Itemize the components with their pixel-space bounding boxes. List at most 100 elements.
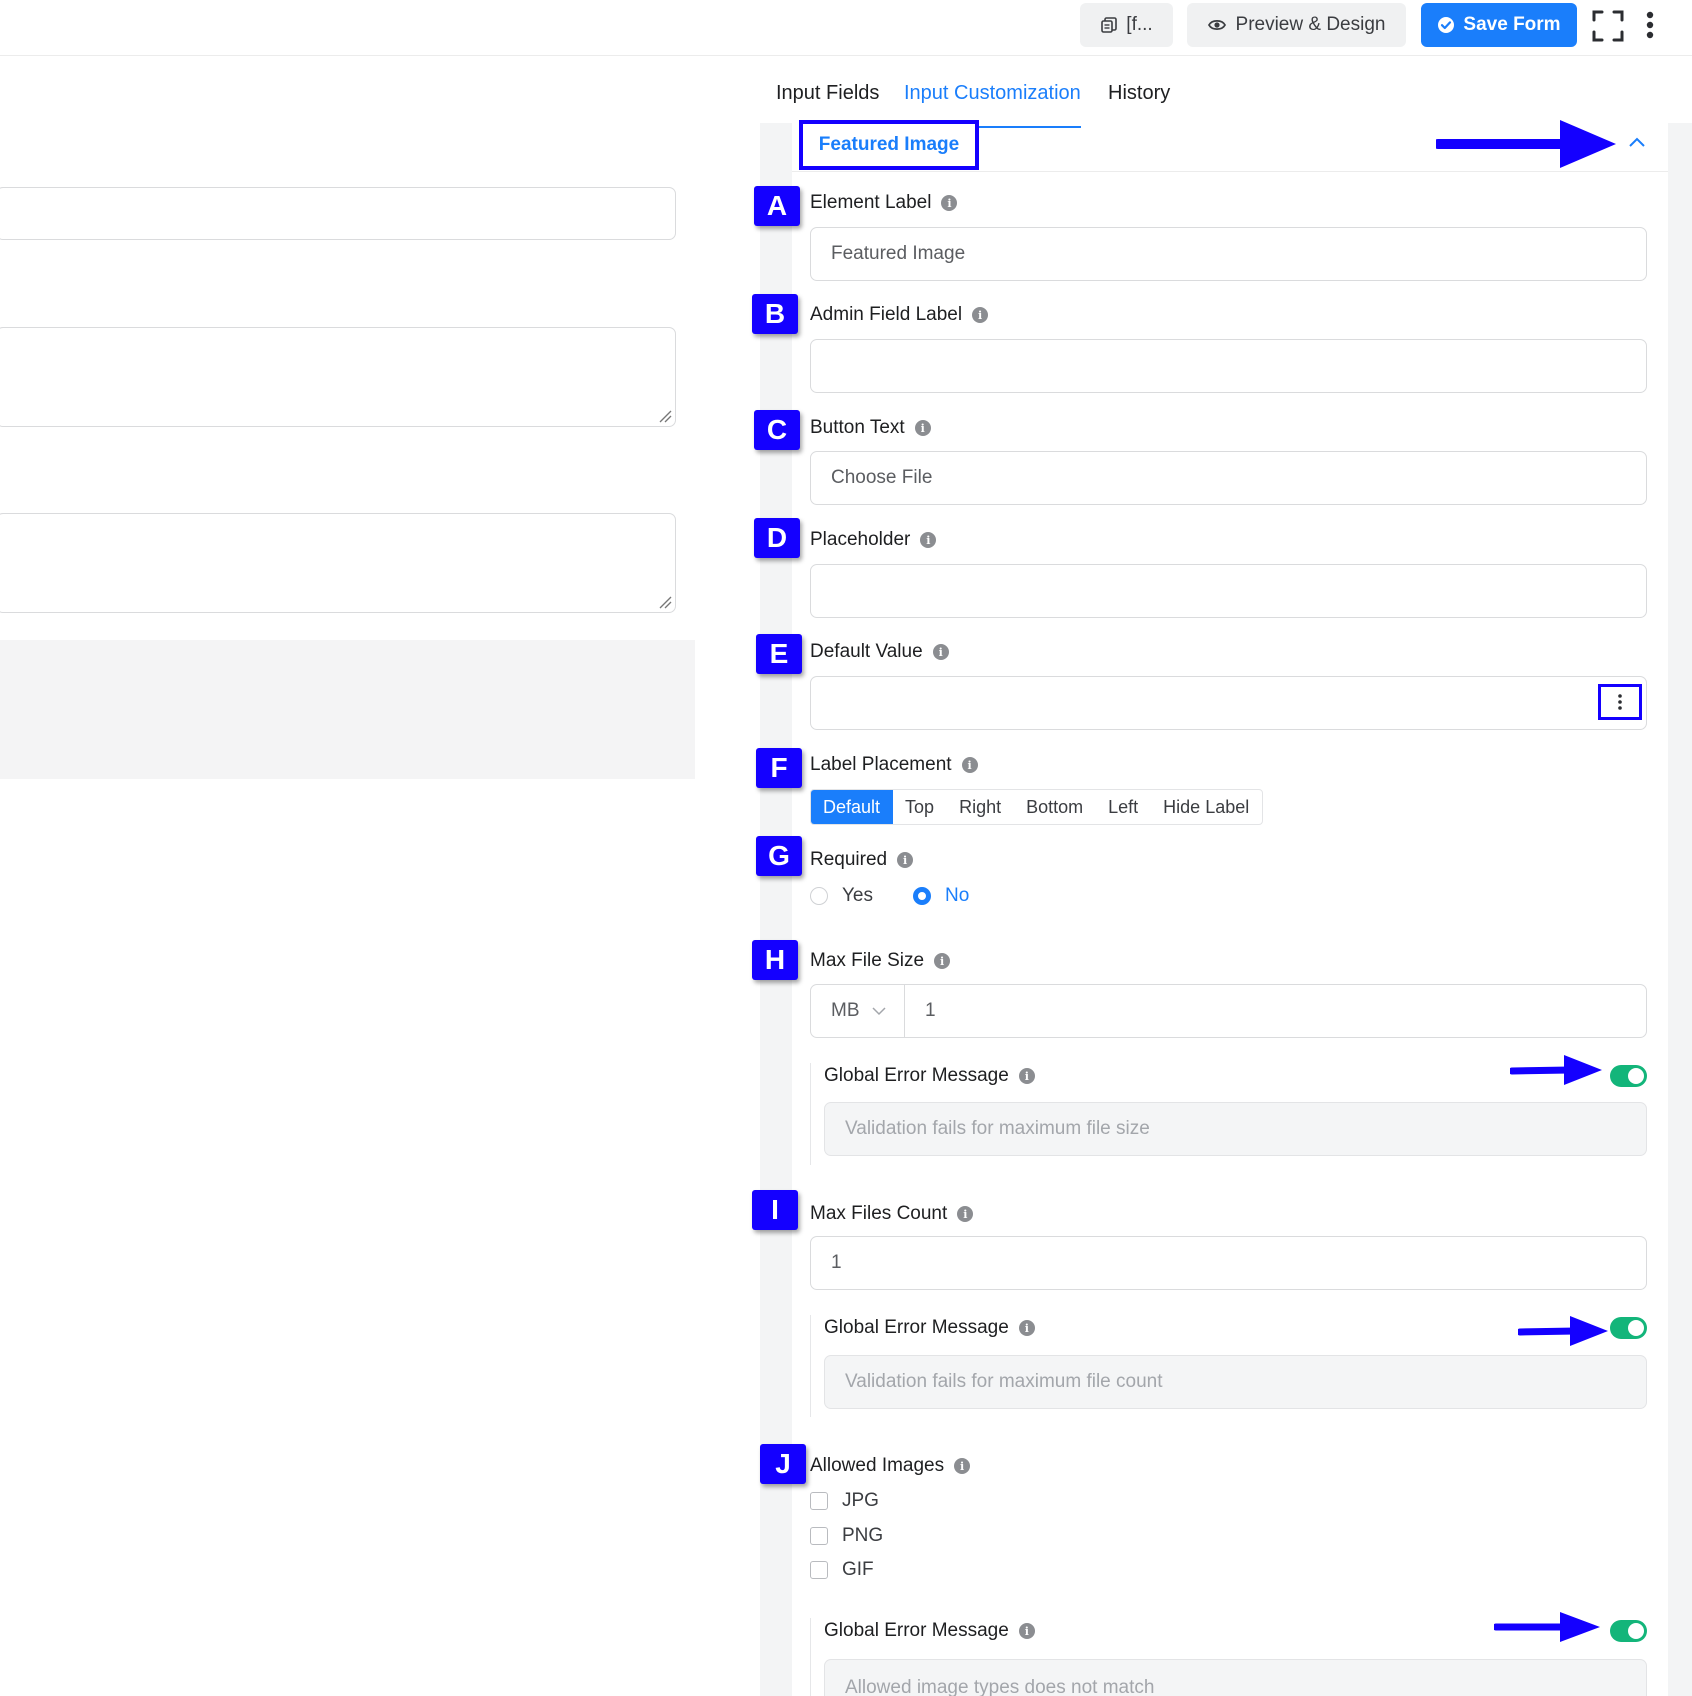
element-label-input[interactable]: Featured Image: [810, 227, 1647, 281]
copy-icon: [1101, 17, 1118, 33]
required-heading: Required i: [810, 849, 914, 871]
required-yes-label[interactable]: Yes: [842, 885, 873, 907]
allowed-image-jpg[interactable]: JPG: [810, 1490, 879, 1512]
allowed-image-gif[interactable]: GIF: [810, 1559, 874, 1581]
shortcode-button[interactable]: [f...: [1080, 3, 1173, 47]
info-icon[interactable]: i: [1018, 1623, 1035, 1639]
info-icon[interactable]: i: [941, 195, 958, 211]
placement-option-bottom[interactable]: Bottom: [1014, 790, 1096, 824]
file-size-unit-select[interactable]: MB: [810, 984, 905, 1038]
placeholder-input[interactable]: [810, 564, 1647, 618]
file-size-unit-value: MB: [831, 1000, 860, 1021]
images-error-heading: Global Error Message i: [824, 1620, 1035, 1642]
allowed-images-label: Allowed Images: [810, 1455, 945, 1476]
default-value-heading: Default Value i: [810, 641, 949, 663]
element-label-text: Element Label: [810, 192, 932, 213]
images-error-input[interactable]: Allowed image types does not match: [824, 1659, 1647, 1696]
annotation-arrow-icon: [1518, 1316, 1608, 1346]
smartcode-options-button[interactable]: [1598, 684, 1642, 720]
info-icon[interactable]: i: [957, 1206, 974, 1222]
checkbox[interactable]: [810, 1492, 828, 1510]
files-count-error-heading: Global Error Message i: [824, 1317, 1035, 1339]
placement-option-default[interactable]: Default: [811, 790, 894, 824]
divider: [810, 1315, 811, 1417]
required-yes-radio[interactable]: [810, 887, 828, 905]
default-value-input[interactable]: [810, 676, 1647, 730]
resize-grip-icon[interactable]: [658, 595, 672, 609]
canvas-textarea-2[interactable]: [0, 513, 676, 613]
allowed-image-png[interactable]: PNG: [810, 1525, 883, 1547]
button-text-label: Button Text: [810, 417, 905, 438]
images-error-toggle[interactable]: [1610, 1620, 1647, 1642]
max-files-count-input[interactable]: 1: [810, 1236, 1647, 1290]
placement-option-hide-label[interactable]: Hide Label: [1151, 790, 1262, 824]
checkbox[interactable]: [810, 1561, 828, 1579]
tab-history[interactable]: History: [1108, 82, 1170, 105]
info-icon[interactable]: i: [920, 532, 937, 548]
annotation-arrow-icon: [1510, 1055, 1602, 1085]
vertical-dots-icon: [1618, 694, 1622, 710]
max-file-size-heading: Max File Size i: [810, 950, 951, 972]
allowed-images-heading: Allowed Images i: [810, 1455, 971, 1477]
allowed-image-jpg-label[interactable]: JPG: [842, 1490, 879, 1512]
file-size-error-toggle[interactable]: [1610, 1065, 1647, 1087]
save-form-button[interactable]: Save Form: [1421, 3, 1577, 47]
placement-option-top[interactable]: Top: [893, 790, 947, 824]
resize-grip-icon[interactable]: [658, 409, 672, 423]
top-bar: [f... Preview & Design Save Form: [0, 0, 1692, 56]
section-title[interactable]: Featured Image: [799, 120, 979, 170]
annotation-badge-i: I: [752, 1190, 798, 1230]
placement-option-left[interactable]: Left: [1096, 790, 1151, 824]
tab-input-fields[interactable]: Input Fields: [776, 82, 879, 105]
label-placement-heading: Label Placement i: [810, 754, 978, 776]
annotation-badge-a: A: [754, 186, 800, 226]
info-icon[interactable]: i: [934, 953, 951, 969]
annotation-badge-j: J: [760, 1444, 806, 1484]
checkbox[interactable]: [810, 1527, 828, 1545]
required-radio-group: Yes No: [810, 885, 969, 907]
annotation-badge-h: H: [752, 940, 798, 980]
allowed-image-gif-label[interactable]: GIF: [842, 1559, 874, 1581]
required-no-radio[interactable]: [913, 887, 931, 905]
annotation-badge-g: G: [756, 836, 802, 876]
info-icon[interactable]: i: [1018, 1068, 1035, 1084]
placement-option-right[interactable]: Right: [947, 790, 1014, 824]
info-icon[interactable]: i: [972, 307, 989, 323]
files-count-error-input[interactable]: Validation fails for maximum file count: [824, 1355, 1647, 1409]
annotation-badge-e: E: [756, 634, 802, 674]
info-icon[interactable]: i: [914, 420, 931, 436]
eye-icon: [1207, 19, 1226, 31]
canvas-textarea-1[interactable]: [0, 327, 676, 427]
tab-input-customization[interactable]: Input Customization: [904, 82, 1081, 105]
info-icon[interactable]: i: [954, 1458, 971, 1474]
info-icon[interactable]: i: [897, 852, 914, 868]
save-form-label: Save Form: [1463, 14, 1561, 35]
info-icon[interactable]: i: [932, 644, 949, 660]
admin-field-label-heading: Admin Field Label i: [810, 304, 989, 326]
allowed-image-png-label[interactable]: PNG: [842, 1525, 883, 1547]
file-size-error-input[interactable]: Validation fails for maximum file size: [824, 1102, 1647, 1156]
max-file-size-label: Max File Size: [810, 950, 925, 971]
max-files-count-label: Max Files Count: [810, 1203, 948, 1224]
max-file-size-input[interactable]: 1: [904, 984, 1647, 1038]
info-icon[interactable]: i: [1018, 1320, 1035, 1336]
placeholder-label: Placeholder: [810, 529, 911, 550]
preview-design-button[interactable]: Preview & Design: [1187, 3, 1406, 47]
button-text-input[interactable]: Choose File: [810, 451, 1647, 505]
file-size-error-heading: Global Error Message i: [824, 1065, 1035, 1087]
canvas-text-input[interactable]: [0, 187, 676, 240]
admin-field-label-input[interactable]: [810, 339, 1647, 393]
more-options-icon[interactable]: [1640, 10, 1660, 42]
required-no-label[interactable]: No: [945, 885, 969, 907]
shortcode-label: [f...: [1126, 14, 1153, 35]
placeholder-heading: Placeholder i: [810, 529, 937, 551]
files-count-error-toggle[interactable]: [1610, 1317, 1647, 1339]
chevron-up-icon[interactable]: [1627, 135, 1647, 149]
annotation-arrow-icon: [1494, 1612, 1600, 1642]
annotation-arrow-icon: [1436, 120, 1616, 168]
canvas-featured-image-block[interactable]: [0, 640, 695, 779]
scrollbar-track[interactable]: [1668, 122, 1692, 1696]
fullscreen-icon[interactable]: [1592, 10, 1624, 42]
max-files-count-heading: Max Files Count i: [810, 1203, 974, 1225]
info-icon[interactable]: i: [961, 757, 978, 773]
